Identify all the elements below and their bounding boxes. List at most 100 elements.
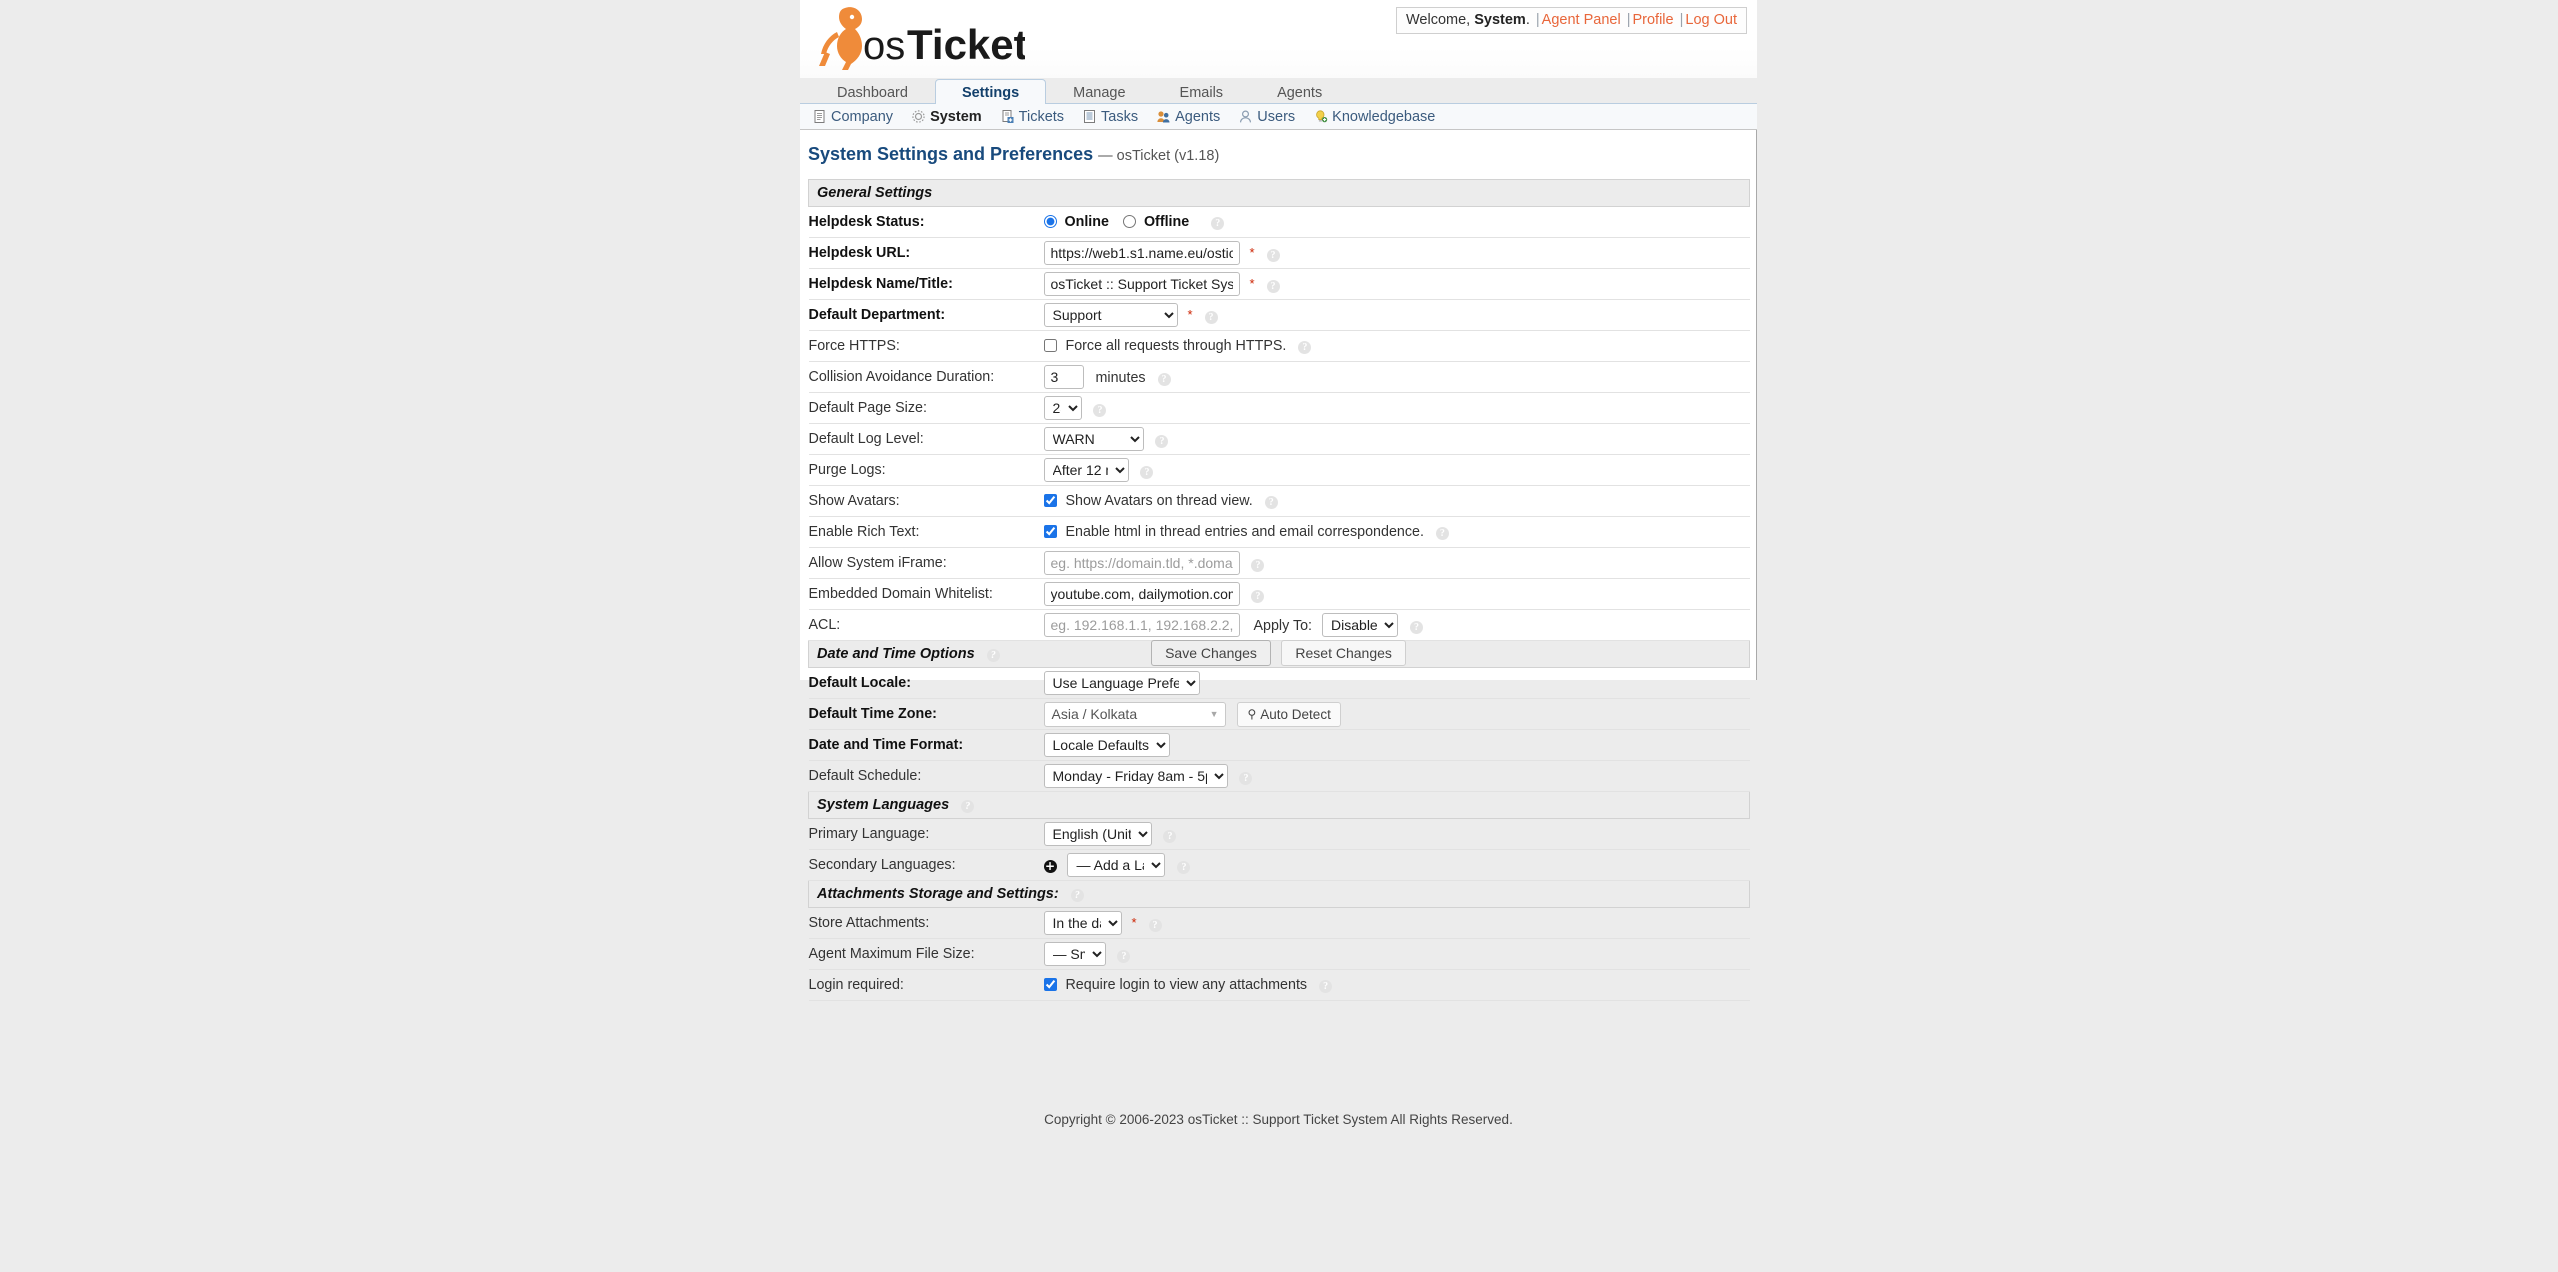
content-panel: System Settings and Preferences — osTick… [800, 130, 1757, 1001]
help-icon-secondary-languages[interactable]: ? [1177, 861, 1191, 874]
select-max-file-size[interactable]: — Small — [1043, 942, 1106, 966]
help-icon-default-schedule[interactable]: ? [1239, 772, 1253, 785]
select-purge-logs[interactable]: After 12 months [1043, 458, 1129, 482]
radio-helpdesk-online[interactable] [1043, 215, 1057, 228]
input-collision-duration[interactable] [1043, 365, 1084, 389]
tab-agents[interactable]: Agents [1250, 79, 1349, 107]
subnav-item-system[interactable]: System [911, 109, 982, 124]
tab-settings[interactable]: Settings [934, 79, 1047, 107]
select-default-timezone[interactable]: Asia / Kolkata ▼ [1043, 701, 1226, 727]
required-marker-url: * [1249, 245, 1255, 260]
welcome-period: . [1525, 12, 1530, 28]
label-force-https: Force HTTPS: [808, 330, 1044, 362]
row-datetime-format: Date and Time Format: Locale Defaults [808, 729, 1750, 761]
location-pin-icon: ⚲ [1247, 707, 1257, 721]
help-icon-helpdesk-name[interactable]: ? [1266, 280, 1280, 293]
subnav-item-company[interactable]: Company [812, 109, 893, 124]
label-max-file-size: Agent Maximum File Size: [808, 938, 1044, 970]
section-label-attachments: Attachments Storage and Settings: [817, 886, 1059, 902]
auto-detect-button[interactable]: ⚲ Auto Detect [1237, 701, 1341, 727]
subnav-item-agents[interactable]: Agents [1156, 109, 1220, 124]
reset-changes-button[interactable]: Reset Changes [1281, 640, 1406, 666]
select-log-level[interactable]: WARN [1043, 427, 1144, 451]
select-page-size[interactable]: 25 [1043, 396, 1082, 420]
input-helpdesk-url[interactable] [1043, 241, 1240, 265]
input-domain-whitelist[interactable] [1043, 582, 1240, 606]
profile-link[interactable]: Profile [1632, 12, 1673, 28]
row-default-department: Default Department: Support * ? [808, 299, 1750, 331]
subnav-label-users: Users [1257, 108, 1296, 125]
subnav-item-tasks[interactable]: Tasks [1082, 109, 1138, 124]
select-default-locale[interactable]: Use Language Preference [1043, 671, 1200, 695]
value-default-timezone: Asia / Kolkata [1051, 706, 1138, 722]
text-collision-units: minutes [1095, 370, 1146, 386]
tab-dashboard[interactable]: Dashboard [810, 79, 935, 107]
help-icon-store-attachments[interactable]: ? [1148, 919, 1162, 932]
help-icon-system-iframe[interactable]: ? [1251, 559, 1265, 572]
welcome-separator-1: | [1535, 12, 1540, 28]
checkbox-show-avatars[interactable] [1043, 494, 1057, 507]
input-acl[interactable] [1043, 613, 1240, 637]
select-secondary-language[interactable]: — Add a Language — [1067, 853, 1166, 877]
tab-manage[interactable]: Manage [1046, 79, 1152, 107]
help-icon-collision[interactable]: ? [1157, 373, 1171, 386]
radio-helpdesk-offline[interactable] [1122, 215, 1136, 228]
page-title: System Settings and Preferences — osTick… [808, 144, 1219, 165]
label-secondary-languages: Secondary Languages: [808, 849, 1044, 881]
select-default-department[interactable]: Support [1043, 303, 1178, 327]
row-collision-avoidance: Collision Avoidance Duration: minutes ? [808, 361, 1750, 393]
subnav-item-knowledgebase[interactable]: Knowledgebase [1313, 109, 1435, 124]
select-default-schedule[interactable]: Monday - Friday 8am - 5pm with U.S. Holi… [1043, 764, 1228, 788]
subnav-item-tickets[interactable]: Tickets [1000, 109, 1064, 124]
subnav-item-users[interactable]: Users [1238, 109, 1295, 124]
row-helpdesk-status: Helpdesk Status: Online Offline ? [808, 206, 1750, 238]
label-datetime-format: Date and Time Format: [808, 729, 1044, 761]
label-acl-apply-to: Apply To: [1253, 618, 1313, 634]
checkbox-force-https[interactable] [1043, 339, 1057, 352]
help-icon-helpdesk-status[interactable]: ? [1211, 217, 1225, 230]
select-primary-language[interactable]: English (United States) [1043, 822, 1152, 846]
text-login-required: Require login to view any attachments [1065, 977, 1308, 993]
logout-link[interactable]: Log Out [1685, 12, 1737, 28]
help-icon-domain-whitelist[interactable]: ? [1251, 590, 1265, 603]
input-helpdesk-name[interactable] [1043, 272, 1240, 296]
help-icon-attachments-section[interactable]: ? [1070, 889, 1084, 902]
sub-navigation: Company System Tickets Tasks Agents User… [800, 104, 1757, 130]
section-label-general: General Settings [817, 185, 933, 201]
checkbox-login-required[interactable] [1043, 978, 1057, 991]
help-icon-purge-logs[interactable]: ? [1140, 466, 1154, 479]
page-root: os Ticket Welcome, System. | Agent Panel … [0, 0, 2558, 1272]
gear-icon [911, 109, 926, 124]
help-icon-acl[interactable]: ? [1410, 621, 1424, 634]
row-log-level: Default Log Level: WARN ? [808, 423, 1750, 455]
chevron-down-icon: ▼ [1209, 709, 1219, 719]
label-collision-avoidance: Collision Avoidance Duration: [808, 361, 1044, 393]
page-title-main: System Settings and Preferences [808, 144, 1094, 164]
help-icon-helpdesk-url[interactable]: ? [1266, 249, 1280, 262]
help-icon-default-department[interactable]: ? [1204, 311, 1218, 324]
help-icon-log-level[interactable]: ? [1155, 435, 1169, 448]
checkbox-rich-text[interactable] [1043, 525, 1057, 538]
help-icon-languages-section[interactable]: ? [961, 800, 975, 813]
agent-panel-link[interactable]: Agent Panel [1542, 12, 1621, 28]
user-icon [1238, 109, 1253, 124]
select-datetime-format[interactable]: Locale Defaults [1043, 733, 1170, 757]
help-icon-force-https[interactable]: ? [1298, 341, 1312, 354]
help-icon-show-avatars[interactable]: ? [1264, 496, 1278, 509]
help-icon-max-file-size[interactable]: ? [1117, 950, 1131, 963]
help-icon-rich-text[interactable]: ? [1435, 527, 1449, 540]
help-icon-page-size[interactable]: ? [1093, 404, 1107, 417]
form-actions: Save Changes Reset Changes [800, 640, 1757, 666]
required-marker-department: * [1187, 307, 1193, 322]
select-acl-apply-to[interactable]: Disabled [1322, 613, 1399, 637]
select-store-attachments[interactable]: In the database [1043, 911, 1122, 935]
document-icon [812, 109, 827, 124]
help-icon-login-required[interactable]: ? [1319, 980, 1333, 993]
add-language-icon[interactable]: + [1043, 859, 1057, 873]
label-acl: ACL: [808, 609, 1044, 641]
help-icon-primary-language[interactable]: ? [1163, 830, 1177, 843]
tab-emails[interactable]: Emails [1153, 79, 1251, 107]
save-changes-button[interactable]: Save Changes [1151, 640, 1271, 666]
input-system-iframe[interactable] [1043, 551, 1240, 575]
subnav-label-system: System [930, 108, 982, 125]
